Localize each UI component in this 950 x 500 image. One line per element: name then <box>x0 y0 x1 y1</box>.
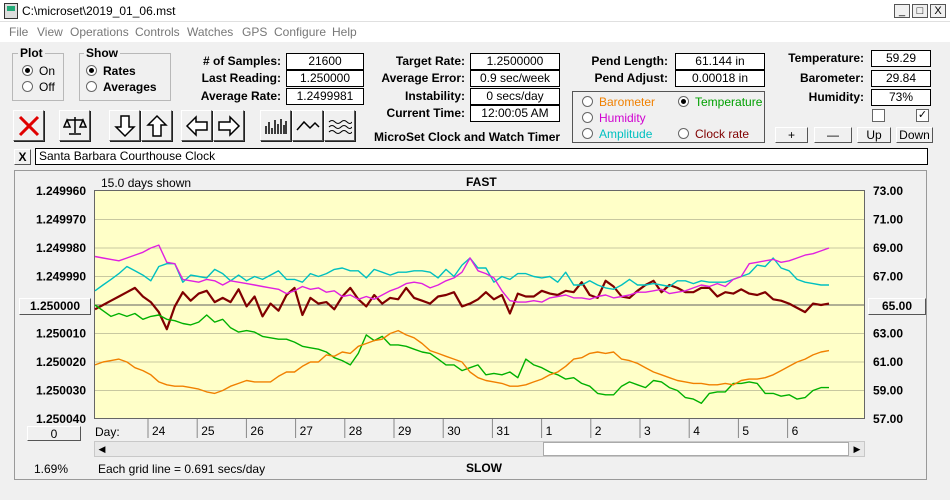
day-tick-label: 24 <box>152 424 166 438</box>
right-axis-tick-label: 67.00 <box>873 270 903 284</box>
day-tick-label: 27 <box>300 424 314 438</box>
day-tick-label: 29 <box>398 424 412 438</box>
right-axis-tick-label: 63.00 <box>873 327 903 341</box>
day-tick-label: 6 <box>792 424 799 438</box>
left-axis-tick-label: 1.250040 <box>36 412 86 426</box>
series-line <box>94 244 830 303</box>
right-axis-tick-label: 57.00 <box>873 412 903 426</box>
day-tick-label: 26 <box>250 424 264 438</box>
right-axis-tick-label: 71.00 <box>873 213 903 227</box>
day-tick-label: 30 <box>447 424 461 438</box>
left-axis-tick-label: 1.250010 <box>36 327 86 341</box>
left-axis-tick-label: 1.249990 <box>36 270 86 284</box>
scroll-left-arrow-icon[interactable]: ◀ <box>95 442 109 456</box>
left-axis-tick-label: 1.249980 <box>36 241 86 255</box>
scrollbar-thumb[interactable] <box>543 442 849 456</box>
left-axis-tick-label: 1.250020 <box>36 355 86 369</box>
day-tick-label: 2 <box>595 424 602 438</box>
left-axis-tick-label: 1.249960 <box>36 184 86 198</box>
main-window: C:\microset\2019_01_06.mst _ □ X File Vi… <box>0 0 950 500</box>
series-line <box>94 257 829 292</box>
right-axis-reset-button[interactable]: 65.00 <box>868 298 926 315</box>
day-tick-label: 1 <box>546 424 553 438</box>
chart-svg: 1.249960 73.00 1.249970 71.00 1.249980 69.00 1… <box>36 184 903 438</box>
right-axis-tick-label: 69.00 <box>873 241 903 255</box>
slow-label: SLOW <box>466 461 502 475</box>
right-axis-tick-label: 73.00 <box>873 184 903 198</box>
scroll-right-arrow-icon[interactable]: ▶ <box>850 442 864 456</box>
series-line <box>94 304 829 404</box>
day-tick-label: 3 <box>644 424 651 438</box>
left-axis-tick-label: 1.250030 <box>36 384 86 398</box>
right-axis-tick-label: 61.00 <box>873 355 903 369</box>
percent-label: 1.69% <box>34 462 69 476</box>
day-axis-label: Day: <box>95 425 120 439</box>
zero-button[interactable]: 0 <box>27 426 81 441</box>
left-axis-reset-button[interactable]: 1.250000 <box>19 298 91 315</box>
day-tick-label: 4 <box>693 424 700 438</box>
day-tick-label: 25 <box>201 424 215 438</box>
day-tick-label: 31 <box>496 424 510 438</box>
left-axis-tick-label: 1.249970 <box>36 213 86 227</box>
day-tick-label: 5 <box>742 424 749 438</box>
day-tick-label: 28 <box>349 424 363 438</box>
right-axis-tick-label: 59.00 <box>873 384 903 398</box>
grid-note-label: Each grid line = 0.691 secs/day <box>98 462 266 476</box>
